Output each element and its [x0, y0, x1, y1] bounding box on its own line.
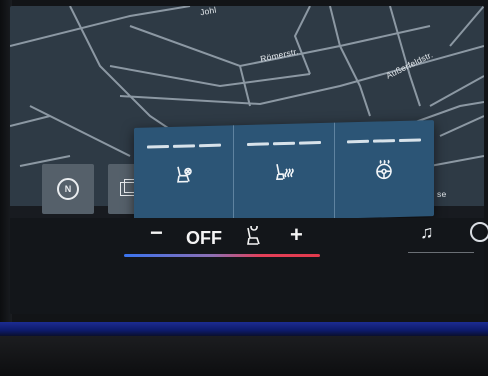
infotainment-screen: Johl Römerstr. Außerfeldstr. se N [10, 6, 484, 314]
steering-wheel-heating-level [347, 138, 422, 144]
steering-wheel-heating-icon [376, 159, 393, 180]
dashboard-lower-trim [0, 336, 488, 376]
street-label-right: se [437, 189, 447, 199]
temperature-gradient-bar [124, 254, 320, 257]
seat-heating-level [246, 141, 321, 146]
level-segment [272, 141, 295, 146]
level-segment [399, 138, 422, 142]
steering-wheel-heating-control[interactable] [333, 120, 434, 219]
ambient-light-strip [0, 322, 488, 336]
level-segment [298, 141, 321, 145]
compass-label: N [64, 184, 72, 194]
navigation-compass-button[interactable]: N [42, 164, 94, 214]
level-segment [347, 139, 370, 144]
climate-status-label[interactable]: OFF [186, 228, 222, 249]
seat-heating-icon [276, 164, 294, 181]
level-segment [172, 144, 195, 148]
seat-ventilation-level [146, 143, 221, 149]
temperature-decrease-button[interactable]: − [150, 220, 163, 246]
level-segment [198, 143, 221, 148]
temperature-increase-button[interactable]: + [290, 222, 303, 248]
media-divider [408, 252, 474, 253]
music-note-icon[interactable]: ♫ [420, 222, 434, 243]
partial-circle-icon[interactable] [470, 222, 488, 242]
compass-north-icon: N [57, 178, 79, 200]
seat-climate-icon[interactable] [244, 226, 264, 246]
seat-heating-control[interactable] [233, 122, 334, 222]
climate-seat-popup [134, 120, 434, 224]
seat-ventilation-icon [176, 166, 192, 183]
level-segment [246, 142, 269, 146]
level-segment [146, 145, 169, 149]
seat-ventilation-control[interactable] [134, 125, 233, 224]
level-segment [373, 139, 396, 143]
